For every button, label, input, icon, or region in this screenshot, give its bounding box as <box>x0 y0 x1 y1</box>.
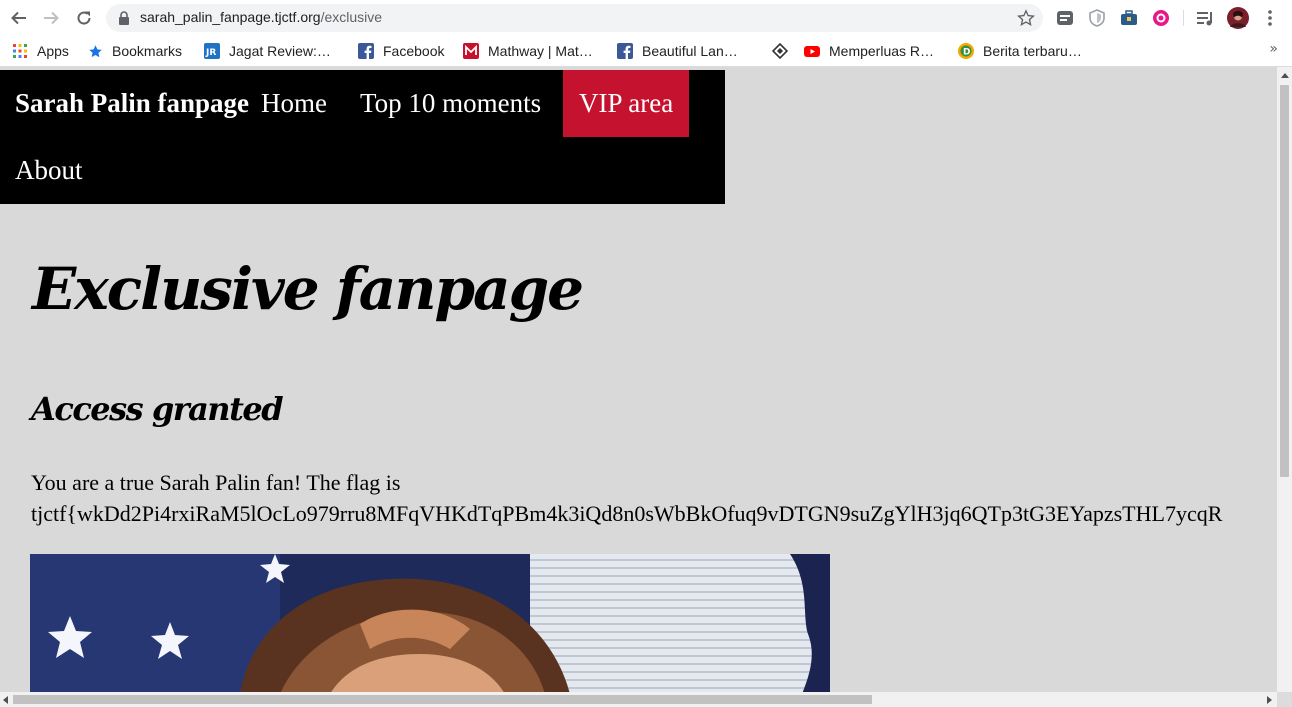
profile-avatar[interactable] <box>1227 7 1249 29</box>
scroll-right-icon[interactable] <box>1267 696 1272 704</box>
bookmark-label: Berita terbaru… <box>983 43 1082 59</box>
bookmark-beautiful-lan[interactable]: Beautiful Lan… <box>617 42 738 60</box>
scroll-up-icon[interactable] <box>1281 73 1289 78</box>
bookmark-memperluas[interactable]: Memperluas R… <box>804 42 934 60</box>
url-text: sarah_palin_fanpage.tjctf.org/exclusive <box>140 9 382 25</box>
d-logo-icon: D <box>958 43 974 59</box>
sarah-palin-photo <box>30 554 830 692</box>
bookmark-label: Apps <box>37 43 69 59</box>
extension-shield-icon[interactable] <box>1087 8 1107 28</box>
nav-top10-link[interactable]: Top 10 moments <box>360 70 541 137</box>
back-button[interactable] <box>6 5 32 31</box>
diamond-icon <box>772 43 788 59</box>
bookmark-apps[interactable]: Apps <box>12 42 69 60</box>
site-navbar: Sarah Palin fanpage Home Top 10 moments … <box>0 70 725 204</box>
vertical-scroll-thumb[interactable] <box>1280 85 1289 477</box>
media-playlist-icon[interactable] <box>1195 8 1215 28</box>
nav-home-link[interactable]: Home <box>261 70 327 137</box>
arrow-left-icon <box>11 11 26 25</box>
access-heading: Access granted <box>31 390 284 428</box>
flag-paragraph: You are a true Sarah Palin fan! The flag… <box>31 467 1222 529</box>
horizontal-scrollbar[interactable] <box>0 692 1277 707</box>
flag-text: tjctf{wkDd2Pi4rxiRaM5lOcLo979rru8MFqVHKd… <box>31 501 1223 526</box>
nav-vip-link[interactable]: VIP area <box>563 70 690 137</box>
jagat-review-icon: JR <box>204 43 220 59</box>
url-path: /exclusive <box>320 9 383 25</box>
youtube-icon <box>804 43 820 59</box>
nav-about-link[interactable]: About <box>15 137 83 204</box>
bookmark-diamond[interactable] <box>772 42 797 60</box>
bookmark-jagat-review[interactable]: JR Jagat Review:… <box>204 42 331 60</box>
forward-button[interactable] <box>38 5 64 31</box>
scroll-left-icon[interactable] <box>3 696 8 704</box>
bookmark-label: Memperluas R… <box>829 43 935 59</box>
flag-message: You are a true Sarah Palin fan! The flag… <box>31 470 401 495</box>
bookmark-bookmarks[interactable]: Bookmarks <box>87 42 182 60</box>
nav-brand-link[interactable]: Sarah Palin fanpage <box>15 70 249 137</box>
reload-button[interactable] <box>71 5 97 31</box>
bookmark-mathway[interactable]: Mathway | Mat… <box>463 42 593 60</box>
svg-text:D: D <box>963 48 970 58</box>
bookmarks-bar: Apps Bookmarks JR Jagat Review:… Faceboo… <box>0 36 1292 67</box>
bookmark-label: Facebook <box>383 43 445 59</box>
extension-chat-icon[interactable] <box>1055 8 1075 28</box>
address-bar[interactable]: sarah_palin_fanpage.tjctf.org/exclusive <box>106 4 1043 32</box>
horizontal-scroll-thumb[interactable] <box>13 695 872 704</box>
bookmark-label: Bookmarks <box>112 43 183 59</box>
bookmark-label: Beautiful Lan… <box>642 43 738 59</box>
page-title: Exclusive fanpage <box>32 255 584 323</box>
bookmark-label: Jagat Review:… <box>229 43 331 59</box>
lock-icon <box>119 11 129 25</box>
bookmark-star-icon[interactable] <box>1017 9 1035 27</box>
facebook-icon <box>358 43 374 59</box>
svg-text:JR: JR <box>205 48 216 58</box>
bookmark-label: Mathway | Mat… <box>488 43 593 59</box>
browser-toolbar: sarah_palin_fanpage.tjctf.org/exclusive <box>0 0 1292 36</box>
star-icon <box>87 43 103 59</box>
bookmark-facebook[interactable]: Facebook <box>358 42 444 60</box>
browser-menu-button[interactable] <box>1260 8 1280 28</box>
page-viewport: Sarah Palin fanpage Home Top 10 moments … <box>0 67 1277 692</box>
apps-grid-icon <box>12 43 28 59</box>
extension-briefcase-icon[interactable] <box>1119 8 1139 28</box>
vertical-scrollbar[interactable] <box>1277 67 1292 692</box>
bookmark-berita[interactable]: D Berita terbaru… <box>958 42 1082 60</box>
avatar-icon <box>1227 7 1249 29</box>
reload-icon <box>77 11 91 25</box>
kebab-menu-icon <box>1268 10 1272 26</box>
scrollbar-corner <box>1277 692 1292 707</box>
mathway-icon <box>463 43 479 59</box>
url-host: sarah_palin_fanpage.tjctf.org <box>140 9 321 25</box>
facebook-icon <box>617 43 633 59</box>
toolbar-divider <box>1183 10 1184 26</box>
arrow-right-icon <box>44 11 59 25</box>
extension-eye-icon[interactable] <box>1151 8 1171 28</box>
more-bookmarks-button[interactable]: » <box>1269 41 1278 57</box>
